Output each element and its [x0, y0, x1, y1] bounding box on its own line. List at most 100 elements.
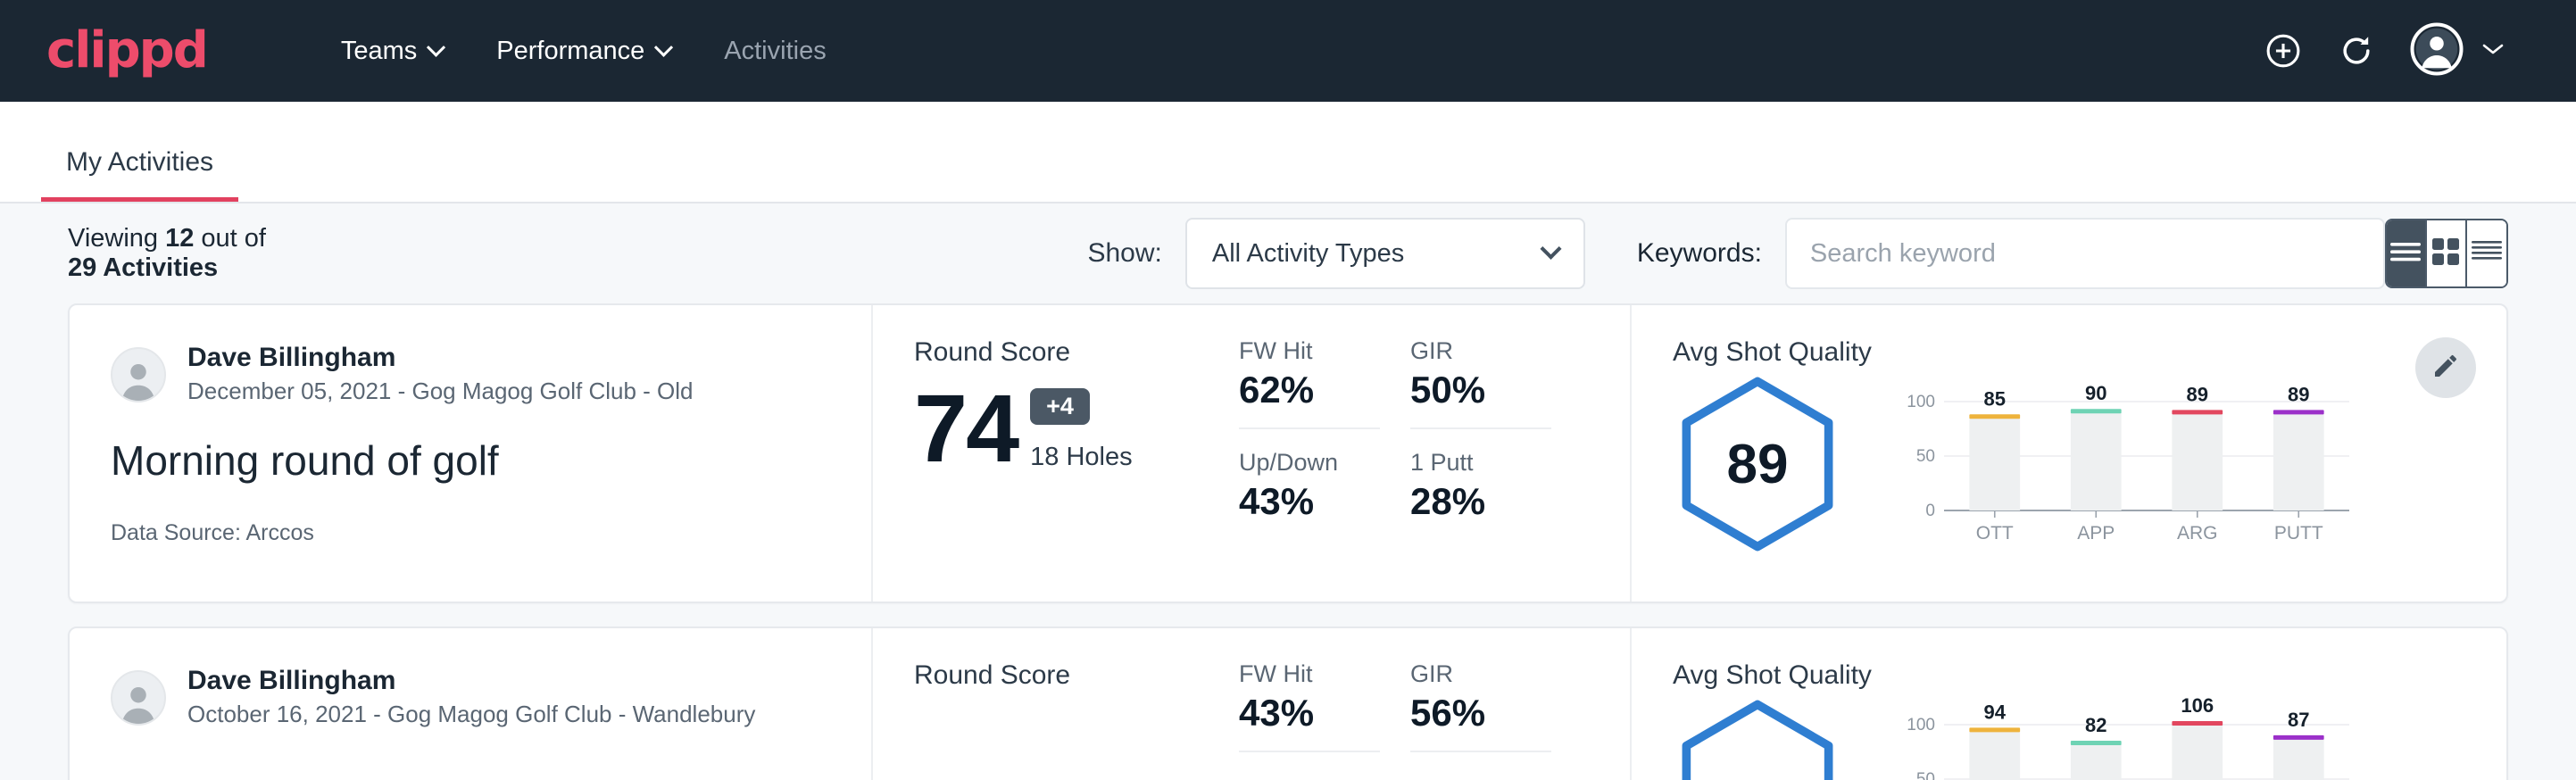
list-view-button[interactable] [2387, 220, 2427, 286]
activity-type-select[interactable]: All Activity Types [1185, 218, 1585, 289]
svg-text:50: 50 [1916, 770, 1935, 780]
edit-activity-button[interactable] [2415, 337, 2476, 398]
grid-view-button[interactable] [2427, 220, 2467, 286]
page-tabbar: My Activities [0, 102, 2576, 203]
viewing-count: 12 [165, 224, 194, 253]
list-icon [2388, 239, 2423, 269]
stat-label: GIR [1410, 660, 1551, 688]
avatar [111, 670, 166, 726]
activity-meta: October 16, 2021 - Gog Magog Golf Club -… [187, 698, 755, 732]
svg-text:94: 94 [1984, 701, 2007, 723]
avg-shot-quality-label: Avg Shot Quality [1673, 337, 2506, 368]
stat-value: 62% [1239, 369, 1380, 429]
nav-item-performance[interactable]: Performance [469, 37, 697, 66]
activity-card[interactable]: Dave Billingham December 05, 2021 - Gog … [68, 303, 2508, 603]
svg-text:OTT: OTT [1976, 523, 2014, 544]
nav-item-activities[interactable]: Activities [697, 37, 852, 66]
chevron-down-icon [1540, 237, 1561, 259]
nav-actions [2264, 22, 2530, 80]
filter-toolbar: Viewing 12 out of 29 Activities Show: Al… [41, 203, 2535, 303]
shot-quality-value [1673, 698, 1842, 780]
stat-gir: GIR 50% [1410, 337, 1551, 429]
shot-quality-hexagon [1673, 698, 1878, 780]
activity-author-text: Dave Billingham October 16, 2021 - Gog M… [187, 664, 755, 731]
nav-item-activities-label: Activities [724, 37, 826, 66]
stat-one-putt: 1 Putt 28% [1410, 429, 1551, 523]
score-differential-badge: +4 [1030, 388, 1090, 425]
shot-quality-value: 89 [1673, 375, 1842, 553]
stat-gir: GIR 56% [1410, 660, 1551, 752]
avg-shot-quality-section: Avg Shot Quality 05010094OTT82APP106ARG8… [1632, 628, 2506, 780]
grid-icon [2431, 236, 2461, 271]
stat-value: 50% [1410, 369, 1551, 429]
stat-label: Up/Down [1239, 449, 1380, 477]
activity-meta: December 05, 2021 - Gog Magog Golf Club … [187, 375, 694, 409]
stat-value: 28% [1410, 480, 1551, 523]
chevron-down-icon [427, 37, 445, 56]
svg-text:100: 100 [1907, 393, 1935, 411]
viewing-prefix: Viewing [68, 224, 165, 253]
stat-label: 1 Putt [1410, 449, 1551, 477]
holes-count: 18 Holes [1030, 443, 1132, 472]
activity-author-text: Dave Billingham December 05, 2021 - Gog … [187, 341, 694, 408]
shot-quality-hexagon: 89 [1673, 375, 1878, 558]
shot-quality-bar-chart: 05010094OTT82APP106ARG87PUTT [1892, 698, 2506, 780]
svg-text:89: 89 [2187, 383, 2208, 405]
stat-label: GIR [1410, 337, 1551, 365]
svg-text:PUTT: PUTT [2274, 523, 2323, 544]
search-input[interactable] [1785, 218, 2385, 289]
svg-text:85: 85 [1984, 387, 2006, 410]
avatar [111, 347, 166, 402]
stat-up-down: Up/Down 43% [1239, 429, 1380, 523]
compact-view-button[interactable] [2467, 220, 2506, 286]
chevron-down-icon [2481, 42, 2505, 61]
tab-my-activities[interactable]: My Activities [41, 147, 238, 202]
svg-text:50: 50 [1916, 447, 1935, 466]
activity-stats-grid: FW Hit 43% GIR 56% [1239, 628, 1632, 780]
round-score-label: Round Score [914, 660, 1239, 691]
stat-label: FW Hit [1239, 337, 1380, 365]
avg-shot-quality-body: 05010094OTT82APP106ARG87PUTT [1673, 698, 2506, 780]
show-filter-group: Show: All Activity Types [1087, 218, 1584, 289]
svg-text:0: 0 [1925, 502, 1935, 520]
activity-card-info: Dave Billingham December 05, 2021 - Gog … [70, 305, 873, 602]
svg-text:APP: APP [2077, 523, 2115, 544]
svg-text:106: 106 [2181, 698, 2214, 717]
stat-value: 43% [1239, 480, 1380, 523]
activity-author: Dave Billingham October 16, 2021 - Gog M… [111, 664, 871, 731]
activity-card[interactable]: Dave Billingham October 16, 2021 - Gog M… [68, 626, 2508, 780]
stat-value: 56% [1410, 692, 1551, 752]
chevron-down-icon [654, 37, 673, 56]
plus-circle-icon[interactable] [2264, 31, 2303, 71]
nav-item-teams[interactable]: Teams [314, 37, 469, 66]
round-score-section: Round Score 74 +4 18 Holes [873, 305, 1239, 602]
stat-label: FW Hit [1239, 660, 1380, 688]
main-content: Viewing 12 out of 29 Activities Show: Al… [0, 203, 2576, 780]
round-score-section: Round Score [873, 628, 1239, 780]
account-menu[interactable] [2410, 22, 2505, 80]
pencil-icon [2431, 352, 2460, 385]
activity-stats-grid: FW Hit 62% GIR 50% Up/Down 43% 1 Putt 28… [1239, 305, 1632, 602]
activity-type-select-value: All Activity Types [1212, 239, 1404, 269]
round-score-label: Round Score [914, 337, 1239, 368]
viewing-middle: out of [194, 224, 266, 253]
svg-text:ARG: ARG [2177, 523, 2218, 544]
avg-shot-quality-body: 89 05010085OTT90APP89ARG89PUTT [1673, 375, 2506, 558]
view-mode-toggle-group [2385, 219, 2508, 288]
account-avatar-icon [2410, 22, 2464, 80]
show-label: Show: [1087, 238, 1161, 269]
svg-text:100: 100 [1907, 716, 1935, 734]
activity-card-info: Dave Billingham October 16, 2021 - Gog M… [70, 628, 873, 780]
activity-author-name: Dave Billingham [187, 341, 694, 375]
clippd-logo[interactable]: clippd [46, 26, 207, 76]
svg-text:87: 87 [2288, 709, 2309, 731]
stat-fw-hit: FW Hit 62% [1239, 337, 1380, 429]
viewing-summary: Viewing 12 out of 29 Activities [68, 224, 266, 283]
tab-my-activities-label: My Activities [66, 147, 213, 177]
top-navigation-bar: clippd Teams Performance Activities [0, 0, 2576, 102]
refresh-icon[interactable] [2337, 31, 2376, 71]
avg-shot-quality-label: Avg Shot Quality [1673, 660, 2506, 691]
activity-author: Dave Billingham December 05, 2021 - Gog … [111, 341, 871, 408]
compact-list-icon [2470, 238, 2504, 270]
keywords-label: Keywords: [1637, 238, 1762, 269]
